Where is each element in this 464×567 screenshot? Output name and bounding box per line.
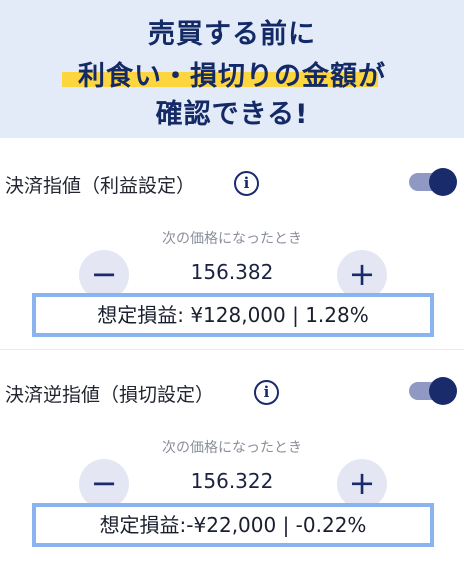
banner-line-2: 利食い・損切りの金額が — [0, 54, 464, 93]
toggle-knob — [429, 377, 457, 405]
banner-line-3: 確認できる! — [155, 99, 309, 130]
stop-loss-increment-button[interactable]: + — [337, 459, 387, 509]
stop-loss-toggle[interactable] — [409, 377, 457, 405]
take-profit-estimate: 想定損益: ¥128,000 | 1.28% — [32, 293, 434, 337]
stop-loss-label: 決済逆指値（損切設定） — [5, 384, 215, 406]
stop-loss-estimate: 想定損益:-¥22,000 | -0.22% — [32, 503, 434, 547]
promo-banner: 売買する前に 利食い・損切りの金額が 確認できる! — [0, 0, 464, 138]
info-icon[interactable]: i — [234, 171, 259, 196]
take-profit-price[interactable]: 156.382 — [0, 260, 464, 284]
banner-line-1: 売買する前に — [148, 19, 316, 50]
section-divider — [0, 349, 464, 350]
stop-loss-condition: 次の価格になったとき — [162, 440, 302, 456]
stop-loss-price[interactable]: 156.322 — [0, 469, 464, 493]
banner-line-2-text: 利食い・損切りの金額が — [78, 61, 386, 92]
take-profit-condition: 次の価格になったとき — [162, 231, 302, 247]
take-profit-toggle[interactable] — [409, 168, 457, 196]
info-icon[interactable]: i — [254, 380, 279, 405]
take-profit-label: 決済指値（利益設定） — [5, 175, 196, 197]
toggle-knob — [429, 168, 457, 196]
